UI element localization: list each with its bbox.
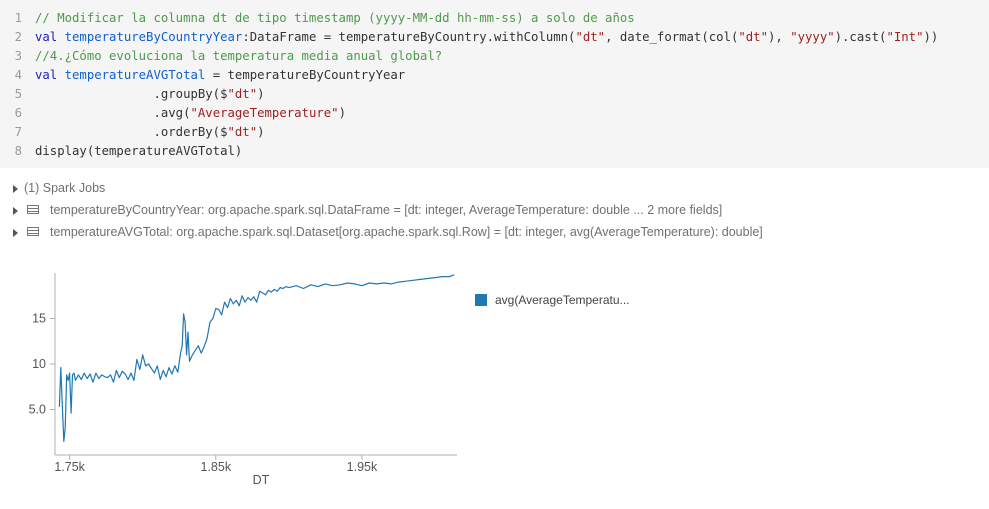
dataframe-schema-text: temperatureByCountryYear: org.apache.spa… [50,203,723,217]
code-token: display(temperatureAVGTotal) [35,144,243,158]
line-number: 4 [14,68,22,82]
code-token: val [35,68,65,82]
code-token: ), [767,30,791,44]
y-tick-label: 5.0 [29,403,46,417]
y-tick-label: 15 [32,312,46,326]
code-token: , date_format(col( [605,30,739,44]
code-text: //4.¿Cómo evoluciona la temperatura medi… [35,47,442,66]
code-token: = temperatureByCountryYear [205,68,406,82]
code-line[interactable]: 2 val temperatureByCountryYear:DataFrame … [0,28,989,47]
code-line[interactable]: 8 display(temperatureAVGTotal) [0,142,989,161]
code-token: "dt" [227,87,258,101]
table-icon [27,227,39,236]
x-tick-label: 1.75k [54,460,85,474]
series-line [58,274,455,442]
chart-legend[interactable]: avg(AverageTemperatu... [475,293,630,307]
code-token: "dt" [575,30,606,44]
line-number: 1 [14,11,22,25]
code-text: display(temperatureAVGTotal) [35,142,242,161]
code-text: val temperatureByCountryYear:DataFrame =… [35,28,938,47]
code-token: .orderBy($ [35,125,228,139]
code-token: temperatureAVGTotal [64,68,206,82]
code-line[interactable]: 7 .orderBy($"dt") [0,123,989,142]
code-token: "dt" [738,30,768,44]
line-number: 8 [14,144,22,158]
code-line[interactable]: 6 .avg("AverageTemperature") [0,104,989,123]
line-number: 5 [14,87,22,101]
code-text: .orderBy($"dt") [35,123,265,142]
plot-area: 5.0 10 15 1.75k 1.85k 1.95k DT [29,273,457,487]
code-token: .avg( [35,106,191,120]
legend-swatch [475,294,487,306]
x-tick-label: 1.85k [201,460,232,474]
x-axis-label: DT [253,473,270,487]
code-text: .avg("AverageTemperature") [35,104,346,123]
code-line[interactable]: 3 //4.¿Cómo evoluciona la temperatura med… [0,47,989,66]
table-icon [27,205,39,214]
line-number: 6 [14,106,22,120]
code-text: val temperatureAVGTotal = temperatureByC… [35,66,405,85]
chevron-right-icon[interactable] [13,185,18,193]
dataset-schema-text: temperatureAVGTotal: org.apache.spark.sq… [50,225,763,239]
y-tick-label: 10 [32,357,46,371]
code-token: temperatureByCountryYear [64,30,243,44]
line-number: 2 [14,30,22,44]
chevron-right-icon[interactable] [13,207,18,215]
code-editor[interactable]: 1 // Modificar la columna dt de tipo time… [0,0,989,168]
code-token: //4.¿Cómo evoluciona la temperatura medi… [35,49,443,63]
code-token: ).cast( [834,30,887,44]
code-token: "AverageTemperature" [190,106,339,120]
code-token: ) [257,87,265,101]
code-text: // Modificar la columna dt de tipo times… [35,9,635,28]
code-token: )) [923,30,939,44]
code-line[interactable]: 1 // Modificar la columna dt de tipo time… [0,9,989,28]
legend-label: avg(AverageTemperatu... [495,293,630,307]
code-line[interactable]: 5 .groupBy($"dt") [0,85,989,104]
code-line[interactable]: 4 val temperatureAVGTotal = temperatureBy… [0,66,989,85]
code-token: // Modificar la columna dt de tipo times… [35,11,635,25]
code-token: "dt" [227,125,258,139]
line-number: 3 [14,49,22,63]
code-token: "yyyy" [790,30,835,44]
code-token: val [35,30,65,44]
code-token: :DataFrame = temperatureByCountry.withCo… [242,30,576,44]
spark-jobs-label: (1) Spark Jobs [24,181,106,195]
code-token: "Int" [886,30,924,44]
x-tick-label: 1.95k [347,460,378,474]
code-token: ) [257,125,265,139]
chevron-right-icon[interactable] [13,229,18,237]
code-text: .groupBy($"dt") [35,85,265,104]
code-token: ) [338,106,346,120]
line-number: 7 [14,125,22,139]
code-token: .groupBy($ [35,87,228,101]
